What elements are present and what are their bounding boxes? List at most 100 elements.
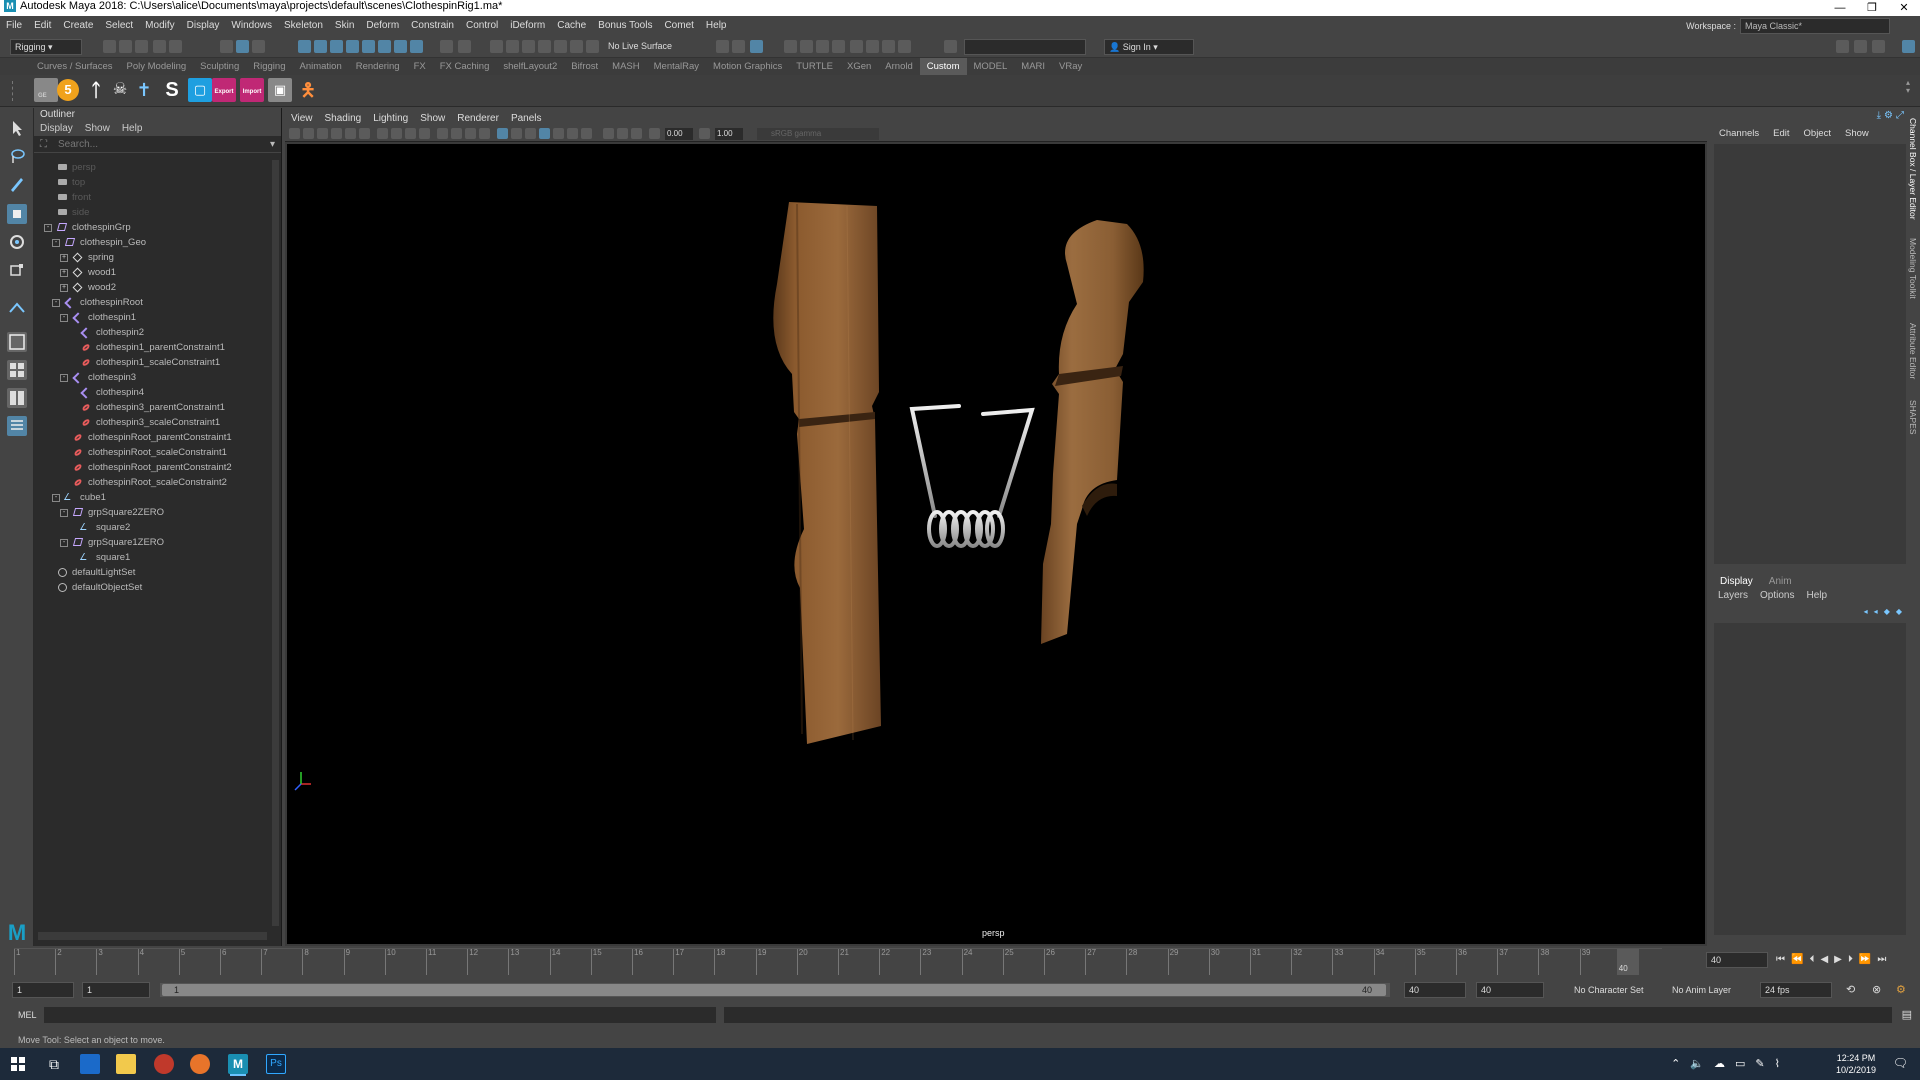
layer-tab-display[interactable]: Display xyxy=(1712,575,1761,589)
side-tab-shapes[interactable]: SHAPES xyxy=(1908,400,1918,435)
snap-grid-icon[interactable] xyxy=(298,40,311,53)
time-ruler[interactable]: 1 2 3 4 5 6 7 8 9 10 11 12 13 14 15 16 17 18 19 20 21 22 23 24 2… xyxy=(14,948,1662,975)
menu-skin[interactable]: Skin xyxy=(329,16,360,36)
shelf-tab-turtle[interactable]: TURTLE xyxy=(789,58,840,75)
shelf-window-icon[interactable]: ▢ xyxy=(188,78,212,102)
playback-end-field[interactable]: 40 xyxy=(1404,982,1466,998)
shelf-export-icon[interactable]: Export xyxy=(212,78,236,102)
input-ops-icon[interactable] xyxy=(490,40,503,53)
four-view-layout-icon[interactable] xyxy=(7,360,27,380)
animation-end-field[interactable]: 40 xyxy=(1476,982,1544,998)
gate-mask-icon[interactable] xyxy=(391,128,402,139)
save-scene-icon[interactable] xyxy=(135,40,148,53)
menu-windows[interactable]: Windows xyxy=(225,16,278,36)
layer-menu-options[interactable]: Options xyxy=(1754,589,1800,603)
character-set-dropdown[interactable]: No Character Set xyxy=(1574,985,1644,995)
channelbox-options-icon[interactable]: ⤓ xyxy=(1877,110,1881,121)
step-back-key-icon[interactable]: ⏪ xyxy=(1791,954,1803,965)
outliner-item[interactable]: clothespinRoot_scaleConstraint2 xyxy=(34,475,271,490)
outliner-item[interactable]: clothespin1_scaleConstraint1 xyxy=(34,355,271,370)
menu-create[interactable]: Create xyxy=(57,16,99,36)
outliner-item[interactable]: + wood2 xyxy=(34,280,271,295)
step-forward-frame-icon[interactable]: ⏵ xyxy=(1848,954,1853,965)
batch-render-icon[interactable] xyxy=(816,40,829,53)
outliner-item[interactable]: defaultLightSet xyxy=(34,565,271,580)
expand-icon[interactable]: + xyxy=(60,254,68,262)
script-editor-icon[interactable]: ▤ xyxy=(1902,1008,1912,1021)
live-surface-label[interactable]: No Live Surface xyxy=(608,41,672,51)
menu-constrain[interactable]: Constrain xyxy=(405,16,460,36)
outliner-item[interactable]: - clothespin_Geo xyxy=(34,235,271,250)
menu-display[interactable]: Display xyxy=(181,16,226,36)
channel-box-menu-channels[interactable]: Channels xyxy=(1712,128,1766,139)
channel-box-menu-show[interactable]: Show xyxy=(1838,128,1876,139)
shelf-tab-custom[interactable]: Custom xyxy=(919,58,967,75)
menu-select[interactable]: Select xyxy=(99,16,139,36)
menu-file[interactable]: File xyxy=(0,16,28,36)
outliner-item[interactable]: defaultObjectSet xyxy=(34,580,271,595)
outliner-item[interactable]: clothespin1_parentConstraint1 xyxy=(34,340,271,355)
menu-cache[interactable]: Cache xyxy=(551,16,592,36)
outliner-search[interactable]: ⛶ Search... ▾ xyxy=(34,137,281,153)
shelf-tab-curves-surfaces[interactable]: Curves / Surfaces xyxy=(30,58,120,75)
channel-box-menu-edit[interactable]: Edit xyxy=(1766,128,1796,139)
menu-skeleton[interactable]: Skeleton xyxy=(278,16,329,36)
outliner-item[interactable]: - grpSquare1ZERO xyxy=(34,535,271,550)
range-bar[interactable]: 1 40 xyxy=(160,983,1390,997)
paint-select-icon[interactable] xyxy=(7,174,27,194)
shelf-tab-mash[interactable]: MASH xyxy=(605,58,646,75)
outliner-item[interactable]: front xyxy=(34,190,271,205)
menu-set-dropdown[interactable]: Rigging ▾ xyxy=(10,39,82,55)
stop-icon[interactable] xyxy=(882,40,895,53)
rotate-tool-icon[interactable] xyxy=(7,232,27,252)
quick-search-field[interactable] xyxy=(964,39,1086,55)
viewport-menu-panels[interactable]: Panels xyxy=(505,112,548,126)
shelf-ge-icon[interactable]: ▣ xyxy=(268,78,292,102)
layer-menu-help[interactable]: Help xyxy=(1800,589,1833,603)
xray-active-icon[interactable] xyxy=(631,128,642,139)
outliner-item[interactable]: - grpSquare2ZERO xyxy=(34,505,271,520)
outliner-item[interactable]: side xyxy=(34,205,271,220)
shelf-tab-motion-graphics[interactable]: Motion Graphics xyxy=(706,58,789,75)
outliner-item[interactable]: square1 xyxy=(34,550,271,565)
render-seq-icon[interactable] xyxy=(800,40,813,53)
menu-edit[interactable]: Edit xyxy=(28,16,57,36)
search-input[interactable]: Search... xyxy=(58,139,98,150)
animation-start-field[interactable]: 1 xyxy=(12,982,74,998)
viewport-menu-view[interactable]: View xyxy=(285,112,319,126)
xray-icon[interactable] xyxy=(479,128,490,139)
step-back-frame-icon[interactable]: ⏴ xyxy=(1809,954,1814,965)
outliner-item[interactable]: clothespin3_scaleConstraint1 xyxy=(34,415,271,430)
shelf-tab-sculpting[interactable]: Sculpting xyxy=(193,58,246,75)
select-camera-icon[interactable] xyxy=(289,128,300,139)
film-gate-icon[interactable] xyxy=(359,128,370,139)
menu-control[interactable]: Control xyxy=(460,16,504,36)
shelf-gear-icon[interactable] xyxy=(12,81,20,101)
shelf-tab-fx[interactable]: FX xyxy=(407,58,433,75)
display-icon[interactable] xyxy=(732,40,745,53)
step-forward-key-icon[interactable]: ⏩ xyxy=(1859,954,1871,965)
outliner-item[interactable]: + spring xyxy=(34,250,271,265)
shelf-tab-bifrost[interactable]: Bifrost xyxy=(564,58,605,75)
pause-icon[interactable] xyxy=(898,40,911,53)
shelf-tab-rendering[interactable]: Rendering xyxy=(349,58,407,75)
snap-projected-icon[interactable] xyxy=(346,40,359,53)
settings-toggle-icon[interactable] xyxy=(1902,40,1915,53)
open-scene-icon[interactable] xyxy=(119,40,132,53)
menu-deform[interactable]: Deform xyxy=(360,16,405,36)
render-view-icon[interactable] xyxy=(750,40,763,53)
shelf-tab-poly-modeling[interactable]: Poly Modeling xyxy=(120,58,194,75)
new-scene-icon[interactable] xyxy=(103,40,116,53)
collapse-icon[interactable]: - xyxy=(60,374,68,382)
close-icon[interactable]: ✕ xyxy=(1888,0,1920,16)
task-view-icon[interactable]: ⧉ xyxy=(44,1054,64,1074)
outliner-item[interactable]: top xyxy=(34,175,271,190)
command-input[interactable] xyxy=(44,1007,716,1023)
hypershade-icon[interactable] xyxy=(586,40,599,53)
field-chart-icon[interactable] xyxy=(405,128,416,139)
scale-tool-icon[interactable] xyxy=(7,260,27,280)
snap-point-icon[interactable] xyxy=(330,40,343,53)
collapse-icon[interactable]: - xyxy=(60,509,68,517)
menu-ideform[interactable]: iDeform xyxy=(504,16,551,36)
ipr-render-icon[interactable] xyxy=(554,40,567,53)
